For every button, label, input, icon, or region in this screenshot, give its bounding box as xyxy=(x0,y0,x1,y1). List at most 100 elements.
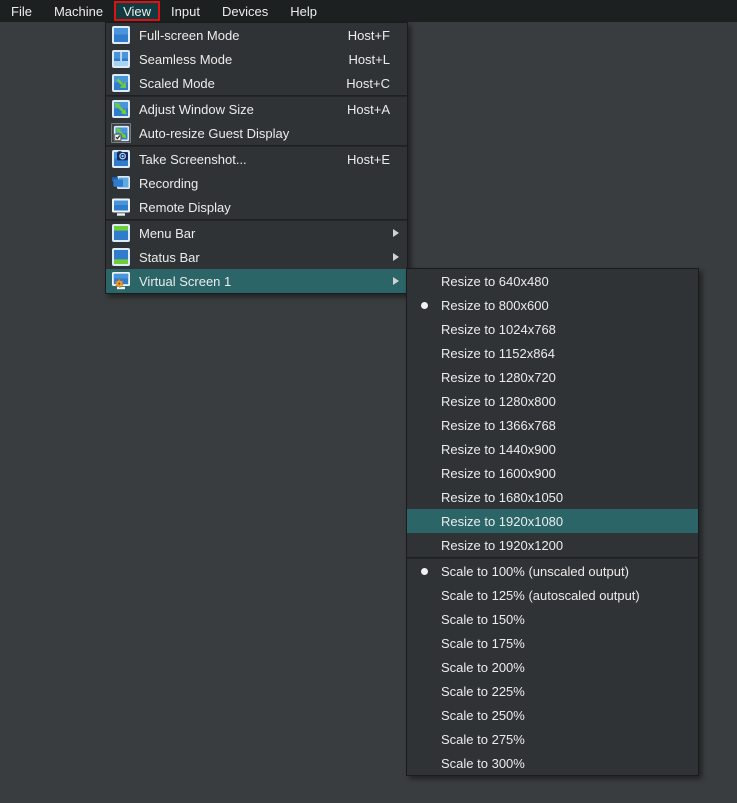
submenu-item-label: Scale to 275% xyxy=(441,732,525,747)
menubar-item-machine[interactable]: Machine xyxy=(43,1,114,21)
submenu-item-label: Resize to 1440x900 xyxy=(441,442,556,457)
submenu-item-scale-175[interactable]: Scale to 175% xyxy=(407,631,698,655)
menubar-item-label: Devices xyxy=(222,4,268,19)
menu-item-menu-bar[interactable]: Menu Bar xyxy=(106,221,407,245)
seamless-icon-slot xyxy=(111,49,131,69)
auto-resize-icon-slot xyxy=(111,123,131,143)
menu-item-shortcut: Host+A xyxy=(347,102,390,117)
submenu-item-label: Scale to 150% xyxy=(441,612,525,627)
submenu-item-label: Resize to 1280x800 xyxy=(441,394,556,409)
submenu-item-resize-1440x900[interactable]: Resize to 1440x900 xyxy=(407,437,698,461)
submenu-item-resize-640x480[interactable]: Resize to 640x480 xyxy=(407,269,698,293)
submenu-item-label: Resize to 1152x864 xyxy=(441,346,555,361)
menu-item-label: Recording xyxy=(139,176,198,191)
submenu-item-resize-1920x1200[interactable]: Resize to 1920x1200 xyxy=(407,533,698,557)
submenu-item-scale-100[interactable]: Scale to 100% (unscaled output) xyxy=(407,559,698,583)
submenu-item-label: Resize to 800x600 xyxy=(441,298,549,313)
submenu-item-resize-1366x768[interactable]: Resize to 1366x768 xyxy=(407,413,698,437)
fullscreen-icon-slot xyxy=(111,25,131,45)
submenu-item-scale-125[interactable]: Scale to 125% (autoscaled output) xyxy=(407,583,698,607)
menu-item-scaled-mode[interactable]: Scaled Mode Host+C xyxy=(106,71,407,95)
menu-item-label: Virtual Screen 1 xyxy=(139,274,231,289)
submenu-item-resize-1600x900[interactable]: Resize to 1600x900 xyxy=(407,461,698,485)
menubar-item-label: File xyxy=(11,4,32,19)
menu-item-fullscreen-mode[interactable]: Full-screen Mode Host+F xyxy=(106,23,407,47)
adjust-window-icon-slot xyxy=(111,99,131,119)
menu-item-recording[interactable]: Recording xyxy=(106,171,407,195)
submenu-item-label: Resize to 1366x768 xyxy=(441,418,556,433)
submenu-item-scale-225[interactable]: Scale to 225% xyxy=(407,679,698,703)
view-menu-popup: Full-screen Mode Host+F Seamless Mode Ho… xyxy=(105,22,408,294)
menu-item-shortcut: Host+E xyxy=(347,152,390,167)
submenu-item-scale-275[interactable]: Scale to 275% xyxy=(407,727,698,751)
submenu-item-resize-1680x1050[interactable]: Resize to 1680x1050 xyxy=(407,485,698,509)
scaled-icon-slot xyxy=(111,73,131,93)
menu-item-status-bar[interactable]: Status Bar xyxy=(106,245,407,269)
submenu-item-scale-150[interactable]: Scale to 150% xyxy=(407,607,698,631)
radio-slot xyxy=(407,568,441,575)
menubar: File Machine View Input Devices Help xyxy=(0,0,737,22)
menu-item-virtual-screen-1[interactable]: Virtual Screen 1 xyxy=(106,269,407,293)
submenu-item-label: Scale to 300% xyxy=(441,756,525,771)
recording-icon xyxy=(111,173,131,193)
menubar-item-input[interactable]: Input xyxy=(160,1,211,21)
recording-icon-slot xyxy=(111,173,131,193)
submenu-item-label: Scale to 175% xyxy=(441,636,525,651)
submenu-item-label: Scale to 250% xyxy=(441,708,525,723)
virtual-screen-icon xyxy=(111,271,131,291)
menubar-item-view[interactable]: View xyxy=(114,1,160,21)
submenu-item-resize-1024x768[interactable]: Resize to 1024x768 xyxy=(407,317,698,341)
submenu-item-label: Resize to 1600x900 xyxy=(441,466,556,481)
auto-resize-icon xyxy=(113,125,130,142)
submenu-item-label: Scale to 125% (autoscaled output) xyxy=(441,588,640,603)
radio-selected-icon xyxy=(421,302,428,309)
menu-item-shortcut: Host+F xyxy=(348,28,390,43)
scaled-icon xyxy=(111,73,131,93)
screenshot-icon xyxy=(111,149,131,169)
menu-item-label: Seamless Mode xyxy=(139,52,232,67)
submenu-item-label: Scale to 200% xyxy=(441,660,525,675)
virtualbox-window: { "menubar": { "items": [ {"id": "file",… xyxy=(0,0,737,803)
submenu-arrow-icon xyxy=(393,253,399,261)
submenu-item-resize-800x600[interactable]: Resize to 800x600 xyxy=(407,293,698,317)
status-bar-icon-slot xyxy=(111,247,131,267)
menu-item-label: Auto-resize Guest Display xyxy=(139,126,289,141)
radio-selected-icon xyxy=(421,568,428,575)
menu-item-seamless-mode[interactable]: Seamless Mode Host+L xyxy=(106,47,407,71)
menubar-item-file[interactable]: File xyxy=(0,1,43,21)
menubar-item-label: View xyxy=(123,4,151,19)
menu-item-label: Remote Display xyxy=(139,200,231,215)
submenu-item-resize-1280x720[interactable]: Resize to 1280x720 xyxy=(407,365,698,389)
submenu-item-resize-1280x800[interactable]: Resize to 1280x800 xyxy=(407,389,698,413)
menu-item-label: Scaled Mode xyxy=(139,76,215,91)
submenu-item-scale-200[interactable]: Scale to 200% xyxy=(407,655,698,679)
submenu-item-scale-250[interactable]: Scale to 250% xyxy=(407,703,698,727)
menu-item-take-screenshot[interactable]: Take Screenshot... Host+E xyxy=(106,147,407,171)
submenu-item-label: Scale to 225% xyxy=(441,684,525,699)
submenu-item-label: Resize to 1920x1080 xyxy=(441,514,563,529)
menu-bar-icon xyxy=(111,223,131,243)
submenu-item-resize-1920x1080[interactable]: Resize to 1920x1080 xyxy=(407,509,698,533)
menu-item-auto-resize-guest-display[interactable]: Auto-resize Guest Display xyxy=(106,121,407,145)
menu-item-adjust-window-size[interactable]: Adjust Window Size Host+A xyxy=(106,97,407,121)
menu-item-label: Status Bar xyxy=(139,250,200,265)
menubar-item-help[interactable]: Help xyxy=(279,1,328,21)
submenu-arrow-icon xyxy=(393,229,399,237)
submenu-item-label: Resize to 1024x768 xyxy=(441,322,556,337)
menu-item-shortcut: Host+C xyxy=(346,76,390,91)
menu-item-remote-display[interactable]: Remote Display xyxy=(106,195,407,219)
submenu-arrow-icon xyxy=(393,277,399,285)
submenu-item-label: Resize to 1680x1050 xyxy=(441,490,563,505)
submenu-item-resize-1152x864[interactable]: Resize to 1152x864 xyxy=(407,341,698,365)
status-bar-icon xyxy=(111,247,131,267)
submenu-item-scale-300[interactable]: Scale to 300% xyxy=(407,751,698,775)
menubar-item-label: Machine xyxy=(54,4,103,19)
virtual-screen-1-submenu-popup: Resize to 640x480 Resize to 800x600 Resi… xyxy=(406,268,699,776)
menu-item-label: Menu Bar xyxy=(139,226,195,241)
menu-item-label: Adjust Window Size xyxy=(139,102,254,117)
menubar-item-devices[interactable]: Devices xyxy=(211,1,279,21)
virtual-screen-icon-slot xyxy=(111,271,131,291)
submenu-item-label: Resize to 1280x720 xyxy=(441,370,556,385)
seamless-icon xyxy=(111,49,131,69)
menubar-item-label: Help xyxy=(290,4,317,19)
